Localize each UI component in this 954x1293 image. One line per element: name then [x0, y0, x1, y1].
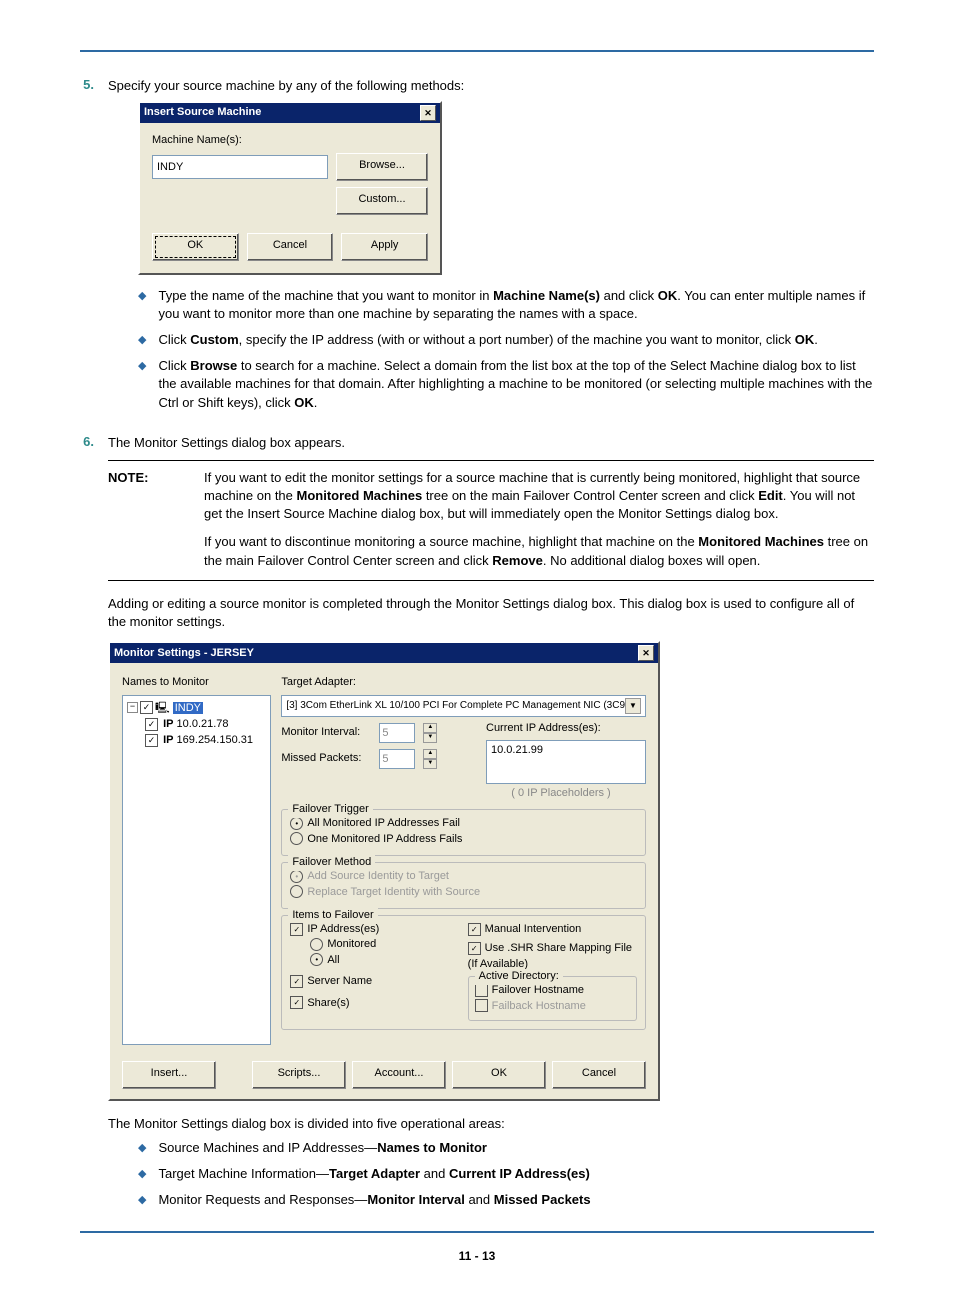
manual-intervention-checkbox[interactable]: ✓ [468, 923, 481, 936]
missed-packets-label: Missed Packets: [281, 751, 371, 766]
apply-button[interactable]: Apply [341, 233, 428, 261]
close-icon[interactable]: ✕ [420, 105, 436, 121]
target-adapter-label: Target Adapter: [281, 675, 646, 690]
method-replace-radio[interactable] [290, 885, 303, 898]
spinner-down-icon[interactable]: ▼ [423, 759, 437, 769]
step-5-num: 5. [80, 77, 94, 424]
step-6-num: 6. [80, 434, 94, 1222]
spinner-up-icon[interactable]: ▲ [423, 723, 437, 733]
cancel-button[interactable]: Cancel [247, 233, 334, 261]
spinner-up-icon[interactable]: ▲ [423, 749, 437, 759]
note-label: NOTE: [108, 469, 180, 570]
account-button[interactable]: Account... [352, 1061, 446, 1089]
chevron-down-icon: ▼ [625, 698, 641, 714]
bullet-text: Type the name of the machine that you wa… [158, 287, 874, 323]
all-radio[interactable] [310, 953, 323, 966]
spinner-down-icon[interactable]: ▼ [423, 733, 437, 743]
missed-packets-input[interactable] [379, 749, 415, 769]
bullet-text: Source Machines and IP Addresses—Names t… [158, 1139, 874, 1157]
shares-checkbox[interactable]: ✓ [290, 996, 303, 1009]
bullet-text: Monitor Requests and Responses—Monitor I… [158, 1191, 874, 1209]
ip-placeholders-button[interactable]: ( 0 IP Placeholders ) [486, 784, 636, 803]
server-name-checkbox[interactable]: ✓ [290, 975, 303, 988]
monitor-interval-input[interactable] [379, 723, 415, 743]
ok-button[interactable]: OK [452, 1061, 546, 1089]
bullet-text: Click Custom, specify the IP address (wi… [158, 331, 874, 349]
bullet-icon: ◆ [138, 331, 146, 349]
monitor-settings-dialog: Monitor Settings - JERSEY ✕ Names to Mon… [108, 641, 660, 1100]
dialog1-title: Insert Source Machine [144, 105, 261, 120]
browse-button[interactable]: Browse... [336, 153, 428, 181]
step-5-text: Specify your source machine by any of th… [108, 77, 874, 95]
trigger-one-radio[interactable] [290, 832, 303, 845]
note-p1: If you want to edit the monitor settings… [204, 469, 874, 524]
bullet-icon: ◆ [138, 1139, 146, 1157]
monitor-interval-label: Monitor Interval: [281, 725, 371, 740]
failover-method-title: Failover Method [288, 855, 375, 870]
insert-button[interactable]: Insert... [122, 1061, 216, 1089]
insert-source-machine-dialog: Insert Source Machine ✕ Machine Name(s):… [138, 101, 442, 274]
target-adapter-select[interactable]: [3] 3Com EtherLink XL 10/100 PCI For Com… [281, 695, 646, 717]
bullet-icon: ◆ [138, 1165, 146, 1183]
items-to-failover-title: Items to Failover [288, 908, 377, 923]
failover-trigger-title: Failover Trigger [288, 802, 372, 817]
bullet-icon: ◆ [138, 1191, 146, 1209]
shr-file-checkbox[interactable]: ✓ [468, 942, 481, 955]
custom-button[interactable]: Custom... [336, 187, 428, 215]
failback-hostname-checkbox [475, 999, 488, 1012]
close-icon[interactable]: ✕ [638, 645, 654, 661]
bullet-text: Target Machine Information—Target Adapte… [158, 1165, 874, 1183]
note-box: NOTE: If you want to edit the monitor se… [108, 460, 874, 581]
method-add-radio[interactable] [290, 870, 303, 883]
scripts-button[interactable]: Scripts... [252, 1061, 346, 1089]
dialog2-title: Monitor Settings - JERSEY [114, 646, 254, 661]
failover-hostname-checkbox[interactable] [475, 984, 488, 997]
names-tree[interactable]: −✓🖳 INDY ✓ IP 10.0.21.78 ✓ IP 169.254.15… [122, 695, 271, 1045]
note-p2: If you want to discontinue monitoring a … [204, 533, 874, 569]
page-number: 11 - 13 [0, 1249, 954, 1263]
machine-name-label: Machine Name(s): [152, 133, 428, 148]
ok-button[interactable]: OK [152, 233, 239, 261]
current-ip-list[interactable]: 10.0.21.99 [486, 740, 646, 784]
monitored-radio[interactable] [310, 938, 323, 951]
intro-paragraph: Adding or editing a source monitor is co… [108, 595, 874, 631]
machine-name-input[interactable] [152, 155, 328, 179]
active-directory-title: Active Directory: [475, 969, 563, 984]
step-6-text: The Monitor Settings dialog box appears. [108, 434, 874, 452]
trigger-all-radio[interactable] [290, 817, 303, 830]
cancel-button[interactable]: Cancel [552, 1061, 646, 1089]
current-ip-label: Current IP Address(es): [486, 721, 646, 736]
ip-addresses-checkbox[interactable]: ✓ [290, 923, 303, 936]
bullet-icon: ◆ [138, 287, 146, 323]
names-to-monitor-label: Names to Monitor [122, 675, 271, 690]
areas-intro: The Monitor Settings dialog box is divid… [108, 1115, 874, 1133]
bullet-icon: ◆ [138, 357, 146, 412]
bullet-text: Click Browse to search for a machine. Se… [158, 357, 874, 412]
